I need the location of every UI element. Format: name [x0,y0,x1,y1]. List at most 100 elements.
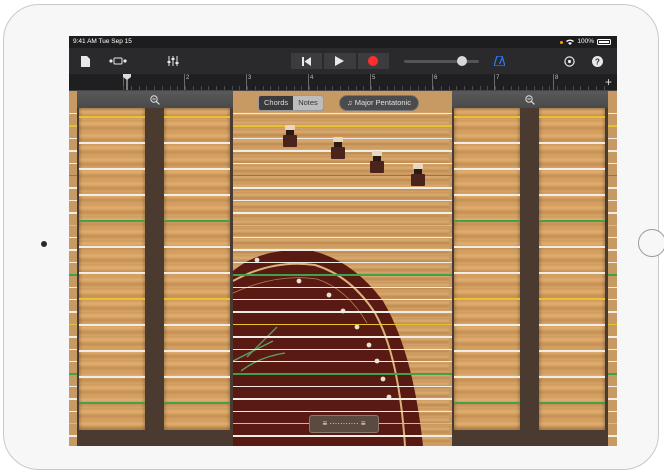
mode-segmented-control: Chords Notes [258,95,324,111]
ruler-minor-tick [595,86,597,90]
bar-tick [553,74,554,90]
ruler-minor-tick [479,86,481,90]
add-section-button[interactable]: + [605,74,612,90]
ruler-minor-tick [285,86,287,90]
neck-string [454,376,520,378]
neck-string [79,142,145,144]
scale-label: Major Pentatonic [354,98,411,107]
neck-string [539,168,605,170]
svg-text:?: ? [595,57,600,66]
music-note-icon: ♫ [347,98,355,107]
ruler-minor-tick [510,86,512,90]
bar-number: 6 [434,75,438,81]
home-button[interactable] [638,229,664,257]
glissando-handle[interactable]: ≡ ··········· ≡ [309,415,379,433]
ruler-minor-tick [433,86,434,90]
neck-string [539,298,605,300]
ruler-minor-tick [138,86,140,90]
go-to-beginning-icon[interactable] [291,53,323,69]
string-bridge[interactable] [370,151,384,173]
ruler-minor-tick [549,86,551,90]
right-neck-2[interactable] [539,108,605,430]
ruler-minor-tick [456,86,458,90]
playhead-icon[interactable] [123,74,131,90]
neck-string [79,194,145,196]
settings-icon[interactable] [561,53,577,69]
help-icon[interactable]: ? [589,53,605,69]
track-view-icon[interactable] [105,53,131,69]
notes-mode-button[interactable]: Notes [293,96,323,110]
ruler-minor-tick [340,86,341,90]
neck-string [79,272,145,274]
volume-thumb[interactable] [457,56,467,66]
ruler-minor-tick [200,86,202,90]
neck-string [539,402,605,404]
neck-string [164,324,230,326]
ruler-minor-tick [247,86,248,90]
bar-number: 5 [372,75,376,81]
neck-string [79,298,145,300]
ruler-minor-tick [425,86,427,90]
neck-string [164,246,230,248]
timeline-ruler[interactable]: 3 2 3 4 5 6 7 8 [69,74,617,91]
chords-mode-button[interactable]: Chords [259,96,293,110]
bar-number: 4 [310,75,314,81]
ruler-minor-tick [541,86,543,90]
ruler-minor-tick [254,86,256,90]
bar-number: 2 [186,75,190,81]
neck-string [454,324,520,326]
neck-string [79,350,145,352]
neck-string [164,350,230,352]
ruler-minor-tick [270,86,272,90]
mic-indicator-icon [560,40,564,44]
string-bridge[interactable] [331,137,345,159]
right-neck-1[interactable] [454,108,520,430]
string-bridge[interactable] [283,125,297,147]
transport-controls [291,53,389,69]
ruler-minor-tick [185,86,186,90]
record-icon[interactable] [357,53,389,69]
guzheng-instrument: Chords Notes ♫ Major Pentatonic ≡ ······… [69,91,617,446]
zoom-out-icon[interactable] [525,94,535,105]
status-indicators: 100% [560,36,611,48]
battery-icon [597,39,611,45]
neck-string [454,298,520,300]
ruler-minor-tick [363,86,365,90]
neck-string [79,116,145,118]
left-neck-1[interactable] [79,108,145,430]
neck-string [539,324,605,326]
ruler-minor-tick [332,86,334,90]
ruler-minor-tick [208,86,210,90]
control-bar: ? [69,48,617,74]
neck-string [539,116,605,118]
ruler-minor-tick [231,86,233,90]
mixer-sliders-icon[interactable] [163,53,183,69]
play-icon[interactable] [324,53,356,69]
scale-selector-button[interactable]: ♫ Major Pentatonic [339,95,419,111]
neck-string [79,402,145,404]
string-bridge[interactable] [411,164,425,186]
ruler-minor-tick [293,86,295,90]
ruler-minor-tick [347,86,349,90]
neck-string [164,220,230,222]
ruler-minor-tick [239,86,241,90]
right-panel-header [452,91,608,108]
neck-string [539,376,605,378]
left-neck-2[interactable] [164,108,230,430]
zoom-out-icon[interactable] [150,94,160,105]
ruler-minor-tick [564,86,566,90]
bar-number: 3 [248,75,252,81]
metronome-icon[interactable] [491,53,507,69]
neck-string [539,220,605,222]
ruler-minor-tick [378,86,380,90]
neck-string [539,272,605,274]
ruler-minor-tick [262,86,264,90]
ruler-minor-tick [417,86,419,90]
bar-number: 8 [555,75,559,81]
document-icon[interactable] [77,53,93,69]
master-volume-slider[interactable] [404,56,479,66]
ruler-minor-tick [161,86,163,90]
ruler-minor-tick [518,86,520,90]
neck-string [539,246,605,248]
ruler-minor-tick [394,86,396,90]
